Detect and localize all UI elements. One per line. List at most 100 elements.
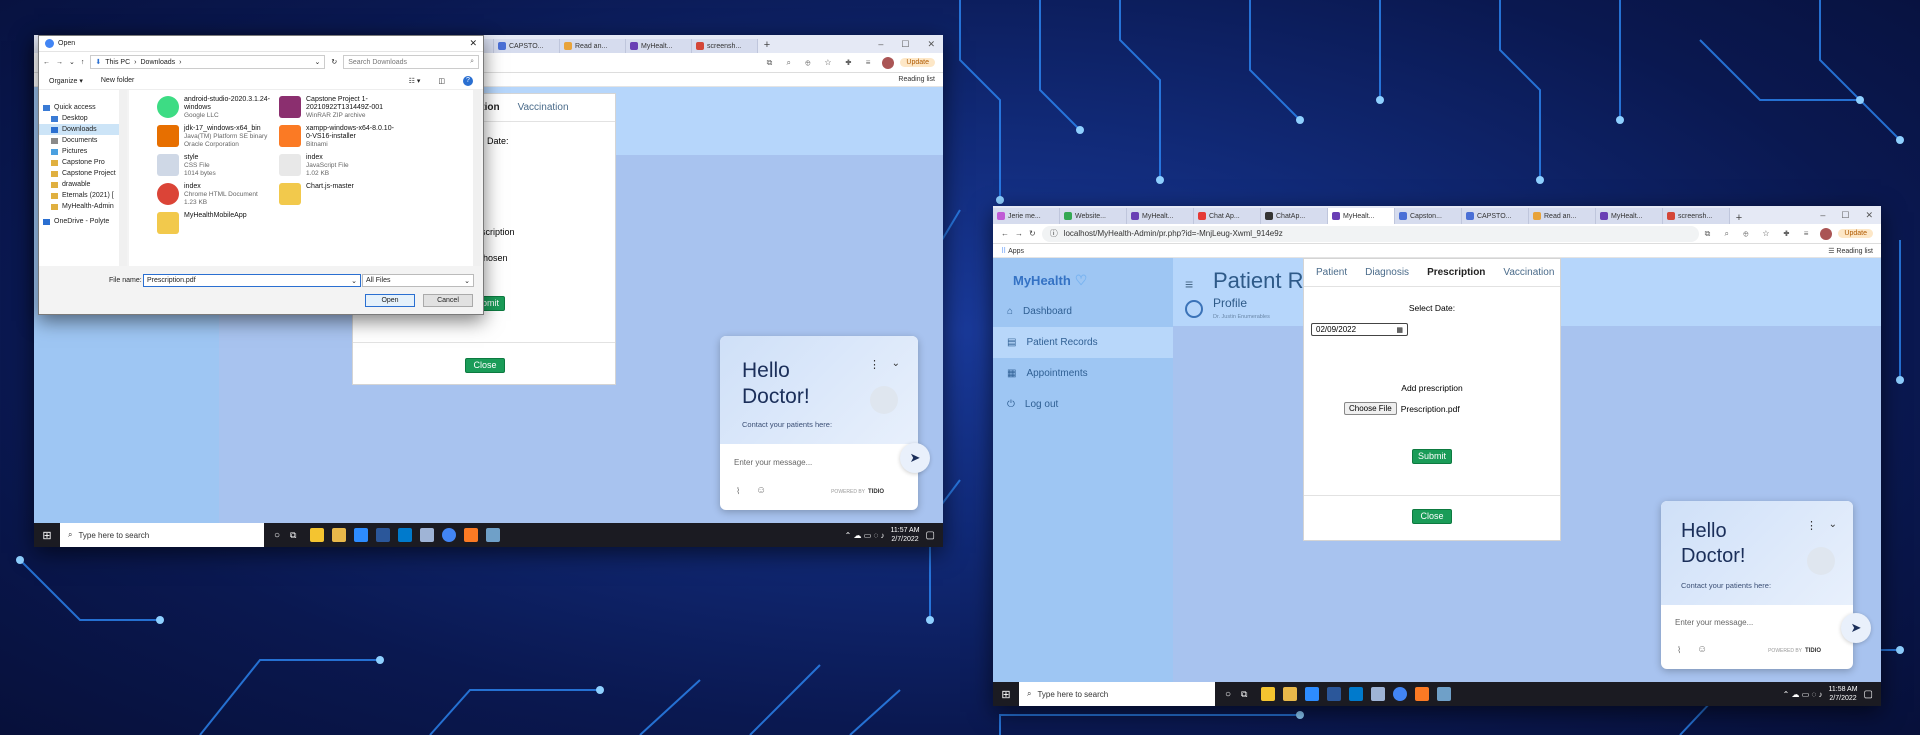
taskbar-search[interactable]: ⌕ Type here to search [60,523,264,547]
open-button[interactable]: Open [365,294,415,307]
sticky-notes-icon[interactable] [310,528,325,542]
file-item[interactable]: index Chrome HTML Document 1.23 KB [157,183,273,207]
notification-icon[interactable]: ▢ [926,530,935,541]
tab-vaccination[interactable]: Vaccination [518,102,569,113]
file-name-input[interactable]: Prescription.pdf ⌄ [143,274,361,287]
browser-tab[interactable]: MyHealt... [626,39,692,53]
avatar[interactable] [1820,227,1833,240]
nav-item[interactable]: OneDrive - Polyte [39,216,126,227]
app-icon[interactable] [1371,687,1386,701]
nav-item[interactable]: drawable [39,179,126,190]
tab-prescription[interactable]: Prescription [1427,267,1485,278]
breadcrumb-item[interactable]: This PC [105,59,130,66]
browser-tab[interactable]: Jerie me... [993,208,1060,224]
notification-icon[interactable]: ▢ [1864,689,1873,700]
new-folder-button[interactable]: New folder [101,77,134,84]
sidebar-item-patient-records[interactable]: ▤ Patient Records [993,327,1173,358]
nav-item[interactable]: Documents [39,135,126,146]
nav-item[interactable]: Capstone Pro [39,157,126,168]
more-options-icon[interactable]: ⋮ [1806,519,1817,532]
file-item[interactable]: android-studio-2020.3.1.24-windows Google… [157,96,273,120]
nav-item[interactable]: MyHealth-Admin [39,201,126,212]
browser-tab[interactable]: screensh... [692,39,758,53]
brand-logo[interactable]: MyHealth ♡ [1013,272,1087,289]
close-icon[interactable]: ✕ [469,38,477,49]
breadcrumb-item[interactable]: Downloads [141,59,176,66]
refresh-icon[interactable]: ↻ [331,58,337,66]
preview-pane-icon[interactable]: ◫ [438,77,445,85]
browser-tab[interactable]: CAPSTO... [494,39,560,53]
emoji-icon[interactable]: ☺ [1697,644,1707,655]
file-item[interactable]: xampp-windows-x64-8.0.10-0-VS16-installe… [279,125,397,149]
cancel-button[interactable]: Cancel [423,294,473,307]
sidebar-item-log-out[interactable]: ⏻ Log out [993,389,1173,420]
url-input[interactable]: ⓘ localhost/MyHealth-Admin/pr.php?id=-Mnj… [1041,225,1699,242]
chrome-icon[interactable] [442,528,457,542]
file-item[interactable]: MyHealthMobileApp [157,212,273,234]
new-tab-button[interactable]: + [1730,212,1748,224]
send-button[interactable]: ➤ [1841,613,1871,643]
breadcrumb[interactable]: ⬇ This PC › Downloads › ⌄ [90,55,326,69]
browser-tab[interactable]: ChatAp... [1261,208,1328,224]
vscode-icon[interactable] [1349,687,1364,701]
vscode-icon[interactable] [398,528,413,542]
browser-tab[interactable]: Capston... [1395,208,1462,224]
browser-tab[interactable]: Read an... [560,39,626,53]
new-tab-button[interactable]: + [758,39,776,53]
emoji-icon[interactable]: ☺ [756,485,766,496]
chat-message-input[interactable]: Enter your message... [1675,618,1753,627]
minimize-icon[interactable]: – [878,39,883,49]
chat-message-input[interactable]: Enter your message... [734,458,812,467]
organize-button[interactable]: Organize ▾ [49,77,83,85]
file-type-select[interactable]: All Files ⌄ [362,274,474,287]
nav-item[interactable]: Capstone Project [39,168,126,179]
reading-list-button[interactable]: ☰ Reading list [1828,247,1873,255]
avatar[interactable] [882,56,895,69]
apps-shortcut[interactable]: ⠿ Apps [1001,247,1024,255]
more-options-icon[interactable]: ⋮ [869,358,880,371]
nav-item[interactable]: Eternals (2021) [ [39,190,126,201]
chevron-down-icon[interactable]: ⌄ [892,358,900,369]
sidebar-item-appointments[interactable]: ▦ Appointments [993,358,1173,389]
file-item[interactable]: Chart.js-master [279,183,397,205]
browser-tab[interactable]: screensh... [1663,208,1730,224]
maximize-icon[interactable]: ☐ [901,39,909,50]
browser-tab[interactable]: CAPSTO... [1462,208,1529,224]
minimize-icon[interactable]: – [1820,210,1825,220]
sticky-notes-icon[interactable] [1261,687,1276,701]
word-icon[interactable] [1327,687,1342,701]
tab-vaccination[interactable]: Vaccination [1503,267,1554,278]
sidebar-item-dashboard[interactable]: ⌂ Dashboard [993,296,1173,327]
reload-icon[interactable]: ↻ [1029,229,1036,238]
word-icon[interactable] [376,528,391,542]
scrollbar[interactable] [119,90,127,266]
reading-list-button[interactable]: Reading list [898,76,935,83]
browser-tab[interactable]: MyHealt... [1127,208,1194,224]
browser-tab[interactable]: Read an... [1529,208,1596,224]
submit-button[interactable]: Submit [1412,449,1452,464]
nav-item[interactable]: Desktop [39,113,126,124]
taskbar-search[interactable]: ⌕ Type here to search [1019,682,1215,706]
windows-start-icon[interactable]: ⊞ [993,688,1019,701]
chevron-down-icon[interactable]: ⌄ [69,58,75,66]
browser-tab[interactable]: Website... [1060,208,1127,224]
app-icon[interactable] [420,528,435,542]
cortana-icon[interactable]: ○ [274,530,280,541]
chrome-icon[interactable] [1393,687,1408,701]
back-icon[interactable]: ← [1001,229,1009,238]
zoom-icon[interactable] [354,528,369,542]
update-button[interactable]: Update [900,58,935,67]
close-icon[interactable]: ✕ [1865,210,1873,221]
date-input[interactable]: 02/09/2022 ▦ [1311,323,1408,336]
choose-file-button[interactable]: Choose File [1344,402,1397,415]
cortana-icon[interactable]: ○ [1225,689,1231,700]
browser-tab[interactable]: MyHealt... [1596,208,1663,224]
browser-tab[interactable]: Chat Ap... [1194,208,1261,224]
calendar-icon[interactable]: ▦ [1396,326,1403,334]
xampp-icon[interactable] [464,528,479,542]
zoom-icon[interactable] [1305,687,1320,701]
update-button[interactable]: Update [1838,229,1873,238]
file-item[interactable]: Capstone Project 1-20210922T131449Z-001 W… [279,96,397,120]
task-view-icon[interactable]: ⧉ [1241,689,1247,700]
hamburger-icon[interactable]: ≡ [1185,276,1193,292]
